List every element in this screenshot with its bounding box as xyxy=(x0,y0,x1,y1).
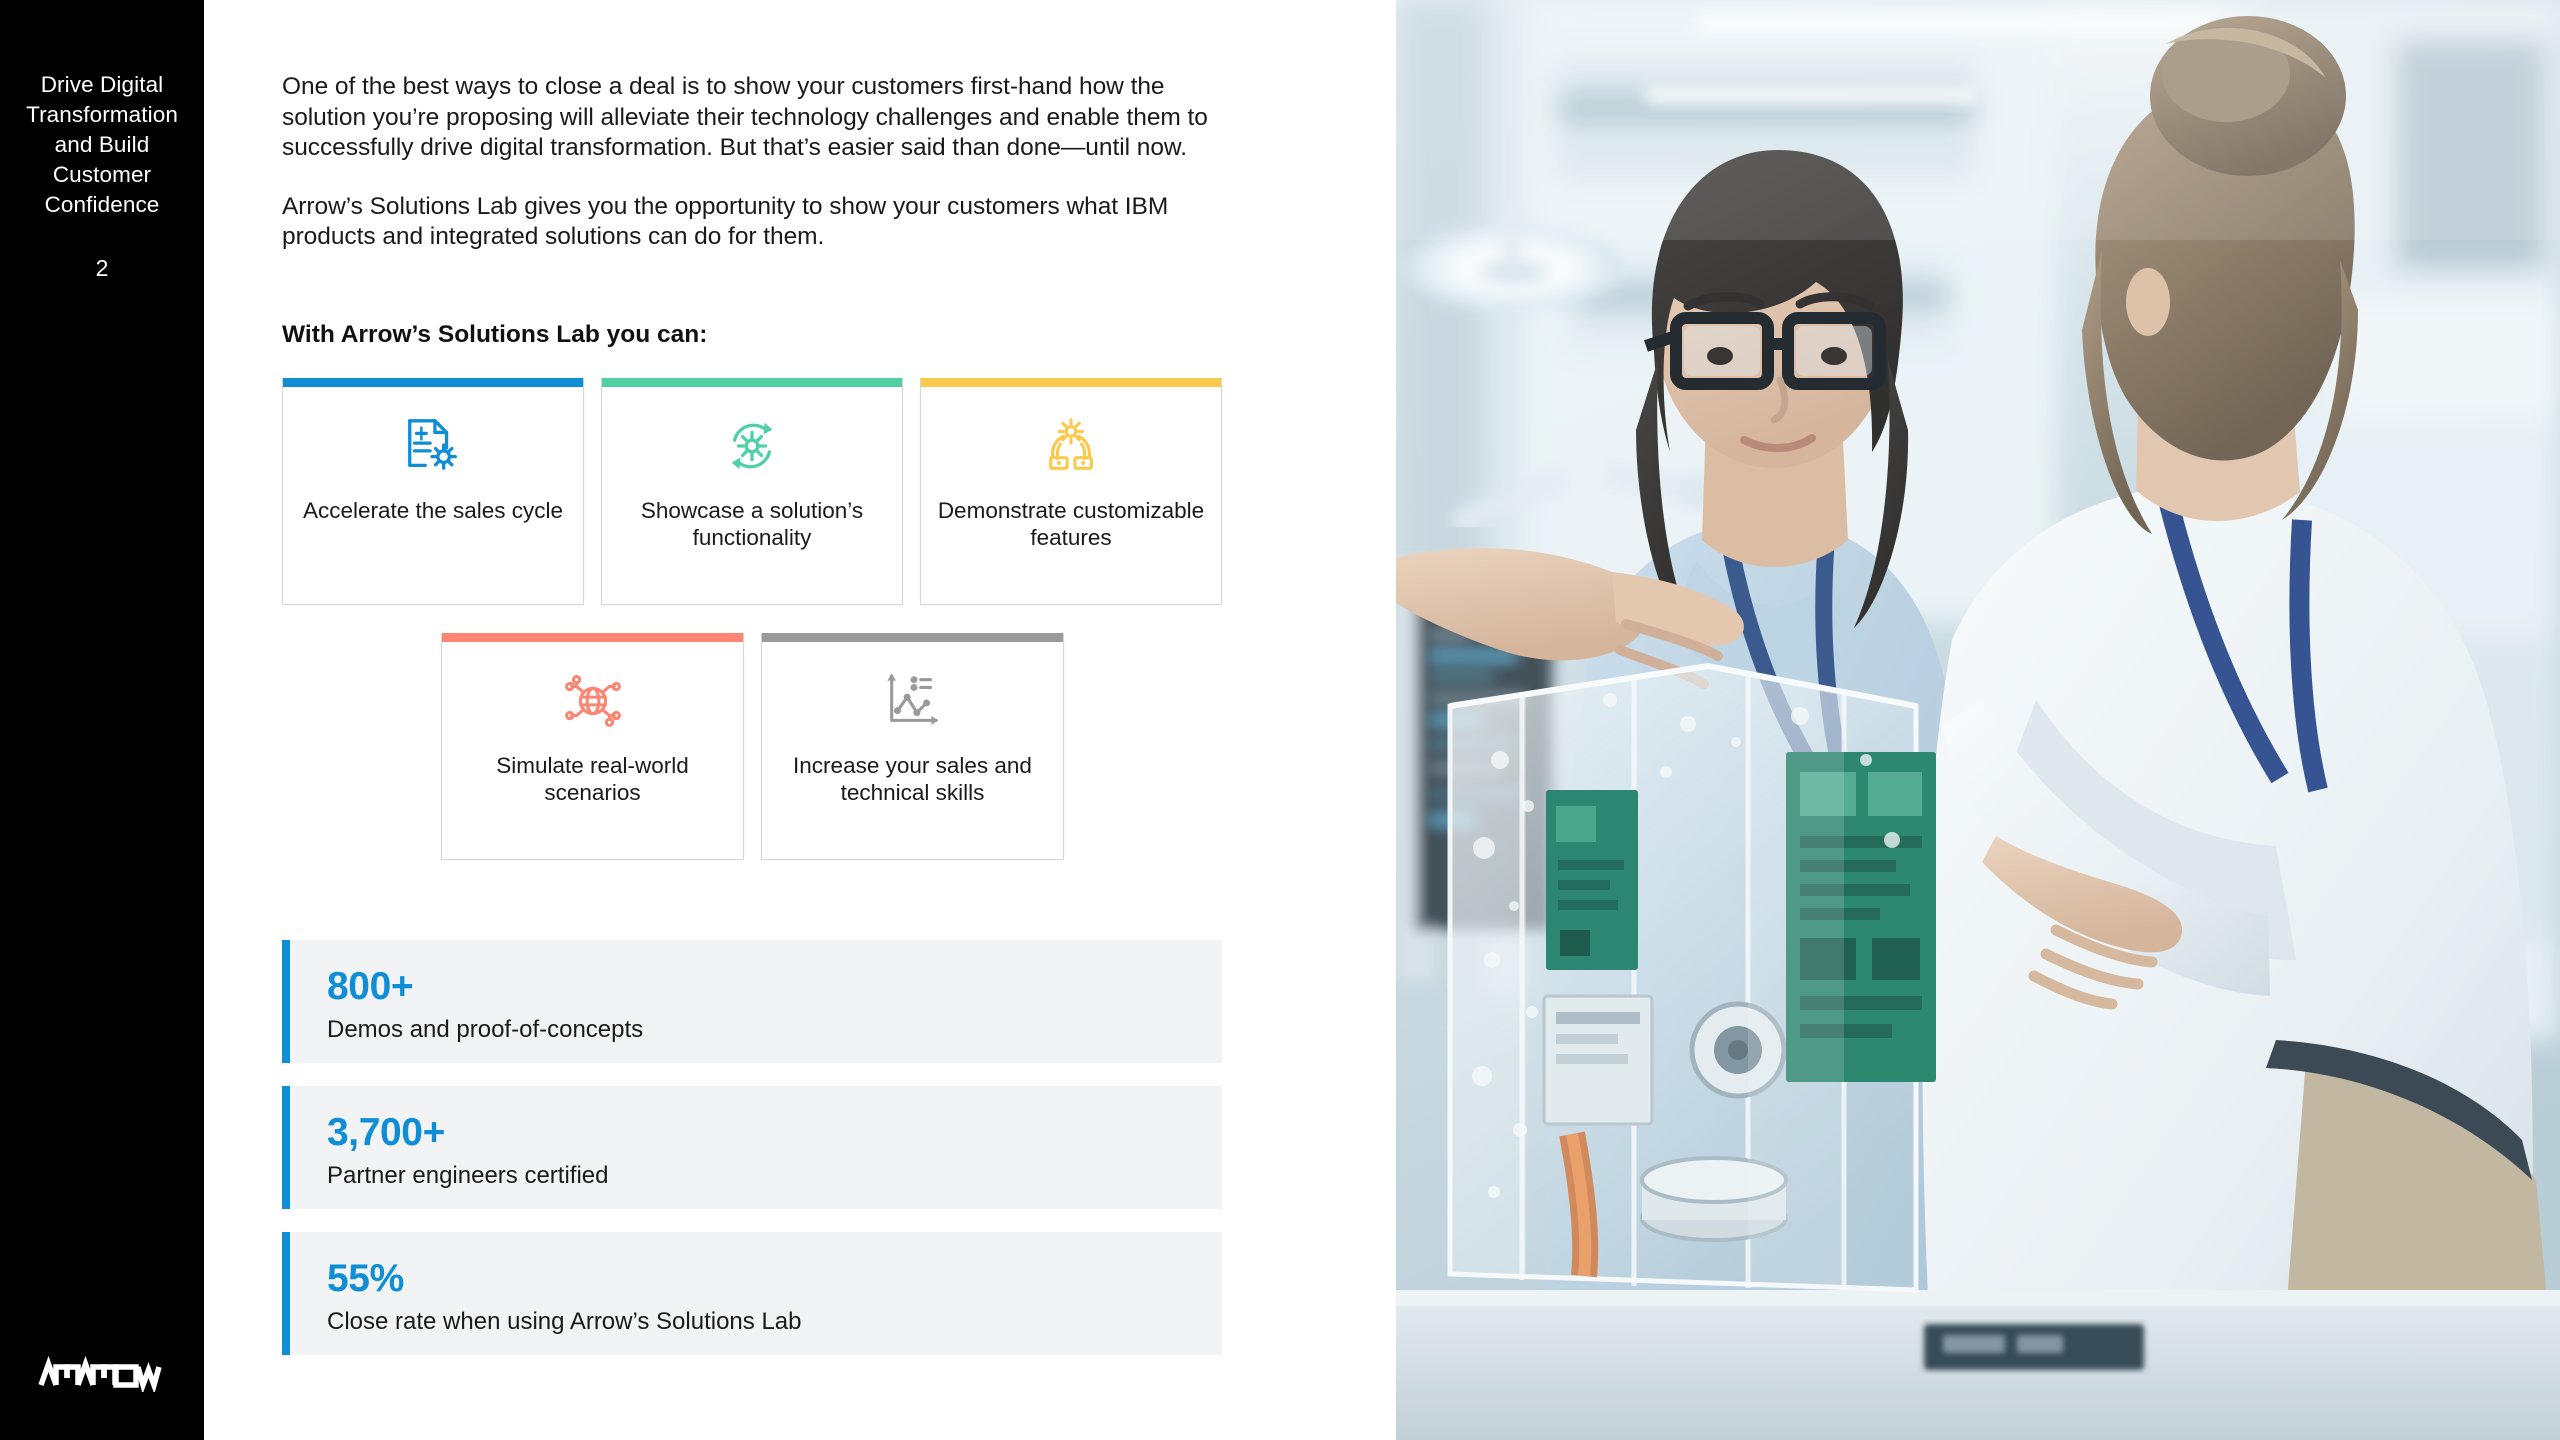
stat-value: 800+ xyxy=(327,964,414,1008)
stat-demos: 800+ Demos and proof-of-concepts xyxy=(282,939,1222,1063)
card-accent-bar xyxy=(602,377,902,387)
intro-paragraph-2: Arrow’s Solutions Lab gives you the oppo… xyxy=(282,192,1169,251)
stat-label: Demos and proof-of-concepts xyxy=(327,1015,644,1043)
card-accent-bar xyxy=(283,377,583,387)
stat-value: 3,700+ xyxy=(327,1110,445,1154)
slide-page: Drive Digital Transformation and Build C… xyxy=(0,0,2560,1440)
capability-card-simulate-scenarios[interactable]: Simulate real-world scenarios xyxy=(441,632,744,860)
stat-label: Partner engineers certified xyxy=(327,1161,609,1189)
left-rail: Drive Digital Transformation and Build C… xyxy=(0,0,204,1440)
document-gear-dollar-icon xyxy=(402,415,464,477)
line-chart-icon xyxy=(882,670,944,732)
capability-card-row-2: Simulate real-world scenarios Increase y… xyxy=(441,632,1222,860)
card-label: Simulate real-world scenarios xyxy=(496,752,689,805)
capability-card-increase-skills[interactable]: Increase your sales and technical skills xyxy=(761,632,1064,860)
intro-paragraph-1: One of the best ways to close a deal is … xyxy=(282,73,1208,161)
gear-refresh-icon xyxy=(721,415,783,477)
stat-value: 55% xyxy=(327,1256,404,1300)
capability-card-accelerate-sales-cycle[interactable]: Accelerate the sales cycle xyxy=(282,377,584,605)
capability-card-demonstrate-features[interactable]: Demonstrate customizable features xyxy=(920,377,1222,605)
capabilities-subheading: With Arrow’s Solutions Lab you can: xyxy=(282,320,708,348)
capability-card-row-1: Accelerate the sales cycle Showcase a so… xyxy=(282,377,1222,605)
hands-gear-icon xyxy=(1040,415,1102,477)
lab-engineers-photo xyxy=(1396,0,2560,1440)
card-label: Increase your sales and technical skills xyxy=(793,752,1032,805)
card-label: Accelerate the sales cycle xyxy=(302,497,564,523)
card-accent-bar xyxy=(921,377,1221,387)
stat-close-rate: 55% Close rate when using Arrow’s Soluti… xyxy=(282,1231,1222,1355)
stats-list: 800+ Demos and proof-of-concepts 3,700+ … xyxy=(282,939,1222,1355)
stat-label: Close rate when using Arrow’s Solutions … xyxy=(327,1307,802,1335)
arrow-logo xyxy=(38,1354,168,1394)
card-accent-bar xyxy=(442,632,743,642)
card-accent-bar xyxy=(762,632,1063,642)
main-content: One of the best ways to close a deal is … xyxy=(204,0,1396,1440)
card-label: Demonstrate customizable features xyxy=(937,497,1205,550)
slide-title: Drive Digital Transformation and Build C… xyxy=(26,72,178,217)
stat-partner-engineers: 3,700+ Partner engineers certified xyxy=(282,1085,1222,1209)
capability-card-showcase-functionality[interactable]: Showcase a solution’s functionality xyxy=(601,377,903,605)
card-label: Showcase a solution’s functionality xyxy=(640,497,864,550)
page-number: 2 xyxy=(95,255,109,281)
globe-network-icon xyxy=(562,670,624,732)
